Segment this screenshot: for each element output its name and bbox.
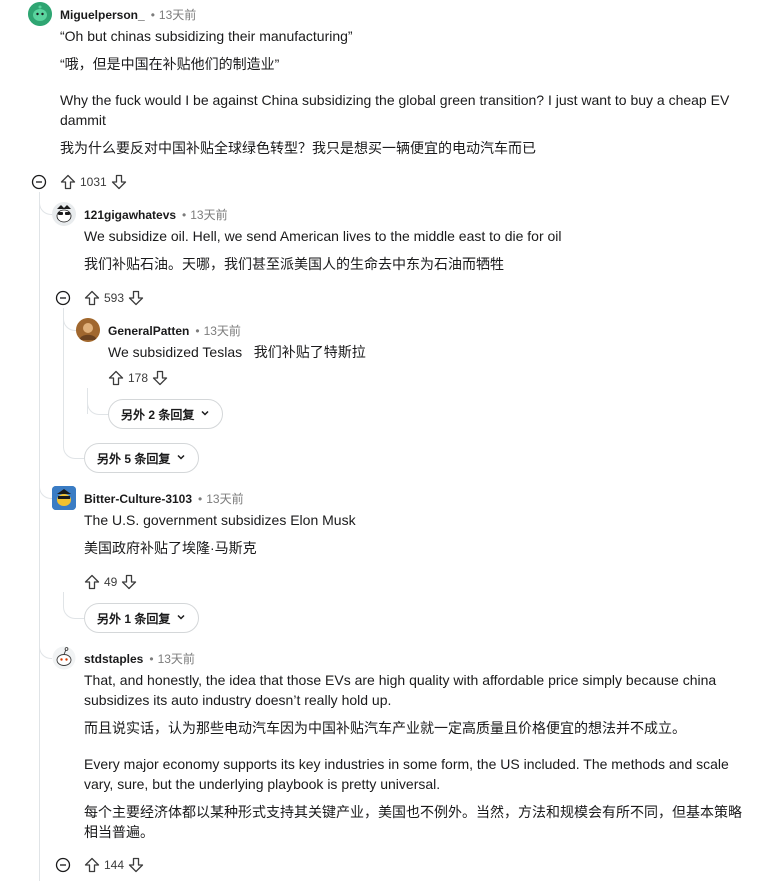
avatar[interactable] bbox=[76, 318, 100, 342]
thread-line-c5 bbox=[39, 600, 40, 881]
comment-text: “Oh but chinas subsidizing their manufac… bbox=[60, 28, 353, 44]
vote-count: 144 bbox=[104, 858, 125, 872]
downvote-icon[interactable] bbox=[152, 370, 168, 386]
comment-text: 我们补贴石油。天哪，我们甚至派美国人的生命去中东为石油而牺牲 bbox=[84, 256, 504, 272]
author-link[interactable]: stdstaples bbox=[84, 652, 143, 666]
collapse-icon[interactable] bbox=[55, 290, 71, 306]
snoo-avatar-icon bbox=[52, 486, 76, 510]
comment-text: We subsidized Teslas 我们补贴了特斯拉 bbox=[108, 344, 366, 360]
comment-text: 我为什么要反对中国补贴全球绿色转型？我只是想买一辆便宜的电动汽车而已 bbox=[60, 140, 536, 156]
avatar[interactable] bbox=[52, 202, 76, 226]
thread-hook-more2 bbox=[87, 388, 110, 415]
more-replies-button[interactable]: 另外 5 条回复 bbox=[84, 443, 200, 473]
author-link[interactable]: GeneralPatten bbox=[108, 324, 189, 338]
timestamp[interactable]: 13天前 bbox=[206, 492, 243, 506]
upvote-icon[interactable] bbox=[84, 290, 100, 306]
author-link[interactable]: Miguelperson_ bbox=[60, 8, 145, 22]
downvote-icon[interactable] bbox=[121, 574, 137, 590]
upvote-icon[interactable] bbox=[84, 574, 100, 590]
downvote-icon[interactable] bbox=[128, 290, 144, 306]
vote-bar: 1031 bbox=[60, 172, 127, 192]
timestamp[interactable]: 13天前 bbox=[204, 324, 241, 338]
comment-meta: GeneralPatten • 13天前 bbox=[108, 324, 241, 338]
thread-line-root bbox=[39, 192, 40, 632]
collapse-icon[interactable] bbox=[31, 174, 47, 190]
comment-text: That, and honestly, the idea that those … bbox=[84, 672, 717, 708]
comment-text: Every major economy supports its key ind… bbox=[84, 756, 729, 792]
upvote-icon[interactable] bbox=[108, 370, 124, 386]
comment-text: Why the fuck would I be against China su… bbox=[60, 92, 730, 128]
timestamp[interactable]: 13天前 bbox=[190, 208, 227, 222]
author-link[interactable]: Bitter-Culture-3103 bbox=[84, 492, 192, 506]
comment-text: We subsidize oil. Hell, we send American… bbox=[84, 228, 562, 244]
downvote-icon[interactable] bbox=[111, 174, 127, 190]
upvote-icon[interactable] bbox=[84, 857, 100, 873]
downvote-icon[interactable] bbox=[128, 857, 144, 873]
vote-count: 178 bbox=[128, 371, 149, 385]
chevron-down-icon bbox=[176, 451, 186, 465]
vote-bar: 49 bbox=[84, 572, 137, 592]
vote-count: 49 bbox=[104, 575, 118, 589]
avatar[interactable] bbox=[52, 486, 76, 510]
thread-hook-more1 bbox=[63, 592, 86, 619]
more-replies-label: 另外 1 条回复 bbox=[97, 611, 171, 626]
upvote-icon[interactable] bbox=[60, 174, 76, 190]
more-replies-label: 另外 2 条回复 bbox=[121, 407, 195, 422]
vote-count: 1031 bbox=[80, 175, 107, 189]
timestamp[interactable]: 13天前 bbox=[158, 652, 195, 666]
vote-bar: 593 bbox=[84, 288, 144, 308]
collapse-icon[interactable] bbox=[55, 857, 71, 873]
comment-meta: 121gigawhatevs • 13天前 bbox=[84, 208, 228, 222]
chevron-down-icon bbox=[176, 611, 186, 625]
comment-text: “哦，但是中国在补贴他们的制造业” bbox=[60, 56, 280, 72]
more-replies-button[interactable]: 另外 2 条回复 bbox=[108, 399, 224, 429]
avatar[interactable] bbox=[52, 646, 76, 670]
comment-meta: stdstaples • 13天前 bbox=[84, 652, 195, 666]
avatar[interactable] bbox=[28, 2, 52, 26]
comment-meta: Miguelperson_ • 13天前 bbox=[60, 8, 197, 22]
comment-text: 每个主要经济体都以某种形式支持其关键产业，美国也不例外。当然，方法和规模会有所不… bbox=[84, 804, 742, 840]
snoo-avatar-icon bbox=[52, 646, 76, 670]
comment-text: The U.S. government subsidizes Elon Musk bbox=[84, 512, 356, 528]
vote-bar: 178 bbox=[108, 368, 168, 388]
timestamp[interactable]: 13天前 bbox=[159, 8, 196, 22]
vote-count: 593 bbox=[104, 291, 125, 305]
more-replies-label: 另外 5 条回复 bbox=[97, 451, 171, 466]
more-replies-button[interactable]: 另外 1 条回复 bbox=[84, 603, 200, 633]
snoo-avatar-icon bbox=[52, 202, 76, 226]
comment-text: 美国政府补贴了埃隆·马斯克 bbox=[84, 540, 257, 556]
comment-meta: Bitter-Culture-3103 • 13天前 bbox=[84, 492, 244, 506]
author-link[interactable]: 121gigawhatevs bbox=[84, 208, 176, 222]
chevron-down-icon bbox=[200, 407, 210, 421]
snoo-avatar-icon bbox=[28, 2, 52, 26]
comment-text: 而且说实话，认为那些电动汽车因为中国补贴汽车产业就一定高质量且价格便宜的想法并不… bbox=[84, 720, 686, 736]
vote-bar: 144 bbox=[84, 855, 144, 875]
user-photo-icon bbox=[76, 318, 100, 342]
thread-hook-c5 bbox=[39, 600, 54, 659]
